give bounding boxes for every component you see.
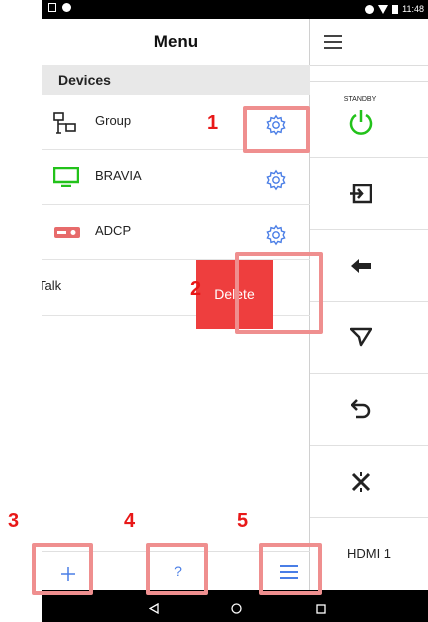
annotation-2: 2 — [190, 278, 202, 300]
highlight-box-3 — [32, 543, 93, 595]
device-label-talk: Talk — [42, 278, 62, 293]
annotation-5: 5 — [237, 510, 249, 532]
hamburger-icon[interactable] — [324, 35, 342, 49]
devices-section-header: Devices — [42, 65, 310, 95]
return-button[interactable] — [310, 374, 428, 446]
app-icon — [62, 3, 71, 12]
send-button[interactable] — [310, 302, 428, 374]
tv-icon — [52, 166, 80, 192]
highlight-box-2 — [235, 252, 323, 334]
devices-section-label: Devices — [58, 72, 111, 88]
nav-back-icon[interactable] — [148, 601, 159, 619]
status-bar: 11:48 — [42, 0, 428, 19]
remote-header — [310, 19, 428, 66]
battery-icon — [392, 4, 399, 14]
device-label-bravia: BRAVIA — [95, 168, 142, 183]
annotation-4: 4 — [124, 510, 136, 532]
drawer-title: Menu — [153, 32, 199, 51]
mute-icon — [350, 471, 372, 498]
device-label-adcp: ADCP — [95, 223, 132, 238]
input-icon — [350, 183, 373, 209]
highlight-box-4 — [146, 543, 208, 595]
annotation-3: 3 — [8, 510, 20, 532]
status-time: 11:48 — [402, 4, 424, 14]
highlight-box-1 — [243, 106, 310, 153]
back-arrow-icon — [350, 258, 372, 279]
send-icon — [349, 327, 373, 352]
standby-label: STANDBY — [343, 96, 377, 103]
settings-gear-icon[interactable] — [265, 169, 287, 191]
return-icon — [350, 398, 371, 425]
device-label-group: Group — [95, 113, 132, 128]
annotation-1: 1 — [207, 112, 219, 134]
notification-icon — [48, 3, 56, 12]
standby-button[interactable]: STANDBY — [310, 81, 428, 158]
network-icon — [53, 112, 77, 139]
nav-home-icon[interactable] — [231, 601, 242, 619]
power-icon — [348, 109, 374, 142]
sync-icon — [365, 4, 375, 14]
wifi-icon — [378, 4, 389, 14]
nav-recents-icon[interactable] — [316, 601, 326, 619]
android-nav-bar — [42, 590, 428, 622]
highlight-box-5 — [259, 543, 322, 595]
settings-gear-icon[interactable] — [265, 224, 287, 246]
projector-icon — [53, 222, 81, 247]
input-label: HDMI 1 — [346, 546, 392, 561]
input-button[interactable] — [310, 158, 428, 230]
mute-button[interactable] — [310, 446, 428, 518]
back-button[interactable] — [310, 230, 428, 302]
remote-panel: STANDBY HDMI 1 — [310, 19, 428, 590]
